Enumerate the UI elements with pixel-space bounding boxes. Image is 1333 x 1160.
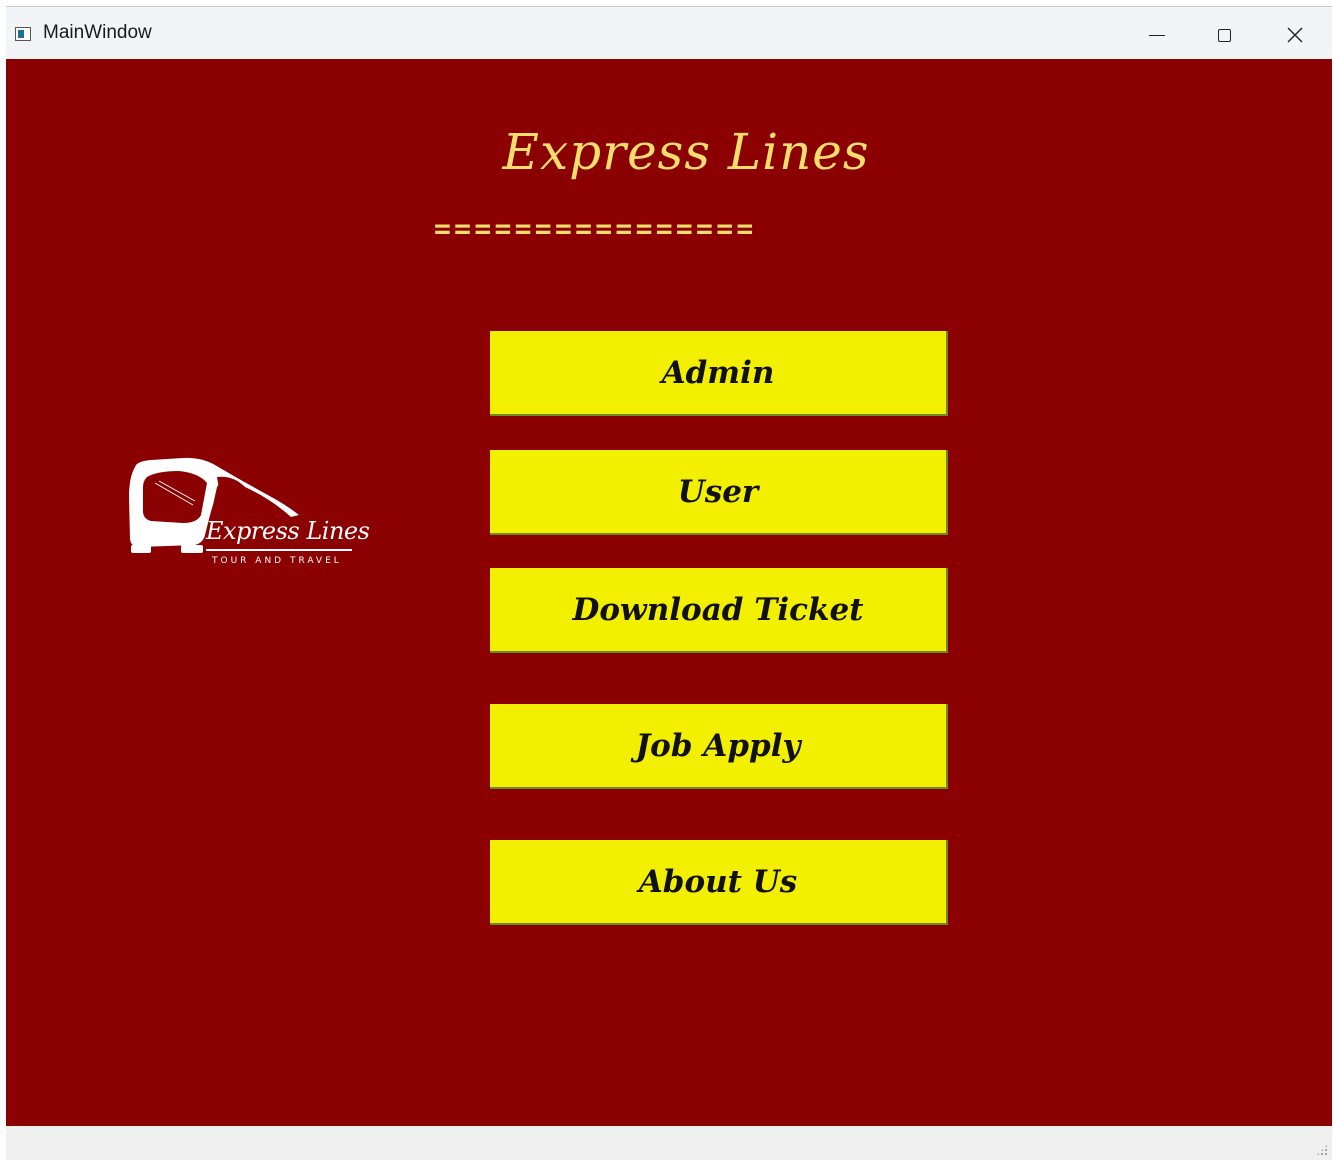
- logo-underline: [206, 549, 352, 551]
- status-bar: [6, 1126, 1332, 1160]
- maximize-icon: [1217, 28, 1231, 42]
- main-window: MainWindow Express Lines ===============…: [6, 6, 1332, 1160]
- job-apply-button[interactable]: Job Apply: [490, 704, 948, 789]
- page-title: Express Lines: [502, 123, 870, 181]
- close-icon: [1287, 27, 1303, 43]
- title-divider: ================: [434, 217, 757, 241]
- minimize-button[interactable]: [1129, 15, 1185, 55]
- user-button[interactable]: User: [490, 450, 948, 535]
- app-window-icon: [15, 27, 31, 41]
- resize-grip-icon[interactable]: [1316, 1144, 1328, 1156]
- bus-icon: [129, 457, 299, 553]
- title-bar[interactable]: MainWindow: [6, 7, 1332, 59]
- window-title: MainWindow: [43, 22, 152, 43]
- logo-tagline: TOUR AND TRAVEL: [212, 556, 342, 566]
- download-ticket-button[interactable]: Download Ticket: [490, 568, 948, 653]
- about-us-button[interactable]: About Us: [490, 840, 948, 925]
- close-button[interactable]: [1267, 15, 1323, 55]
- main-content: Express Lines ================ Express L…: [6, 59, 1332, 1126]
- maximize-button[interactable]: [1196, 15, 1252, 55]
- minimize-icon: [1149, 34, 1165, 36]
- logo-name: Express Lines: [206, 517, 370, 545]
- admin-button[interactable]: Admin: [490, 331, 948, 416]
